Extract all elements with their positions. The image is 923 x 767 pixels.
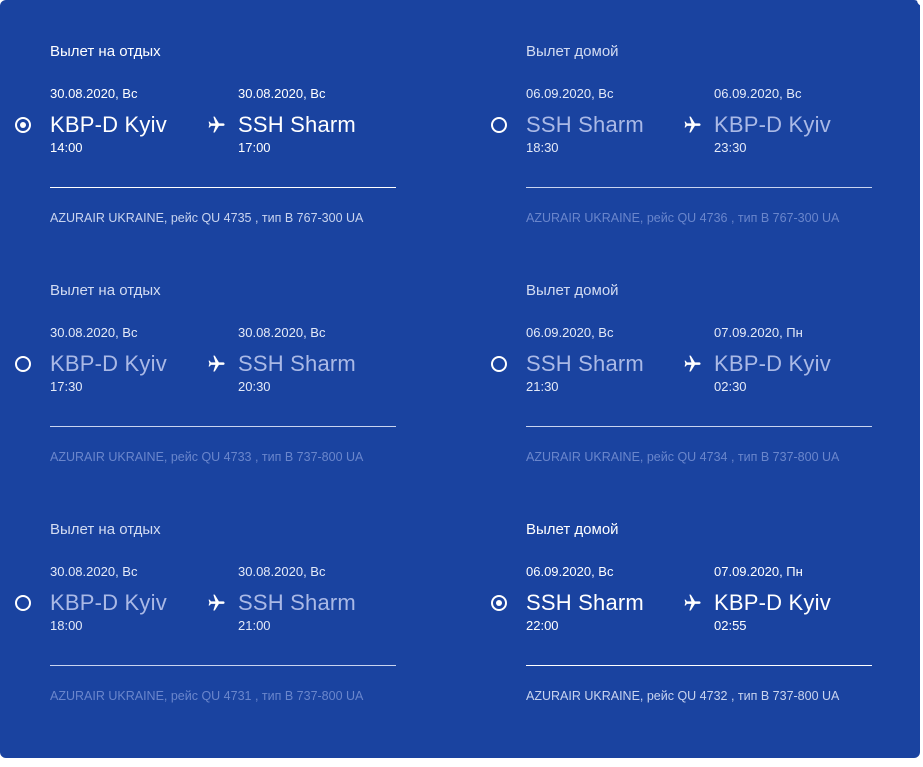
airplane-icon <box>208 594 225 611</box>
departure-time: 22:00 <box>526 618 559 633</box>
arrival-time: 21:00 <box>238 618 271 633</box>
departure-date: 30.08.2020, Вс <box>50 325 138 340</box>
airplane-icon <box>684 594 701 611</box>
outbound-flight-option[interactable]: Вылет на отдых 30.08.2020, Вс 30.08.2020… <box>0 9 396 225</box>
departure-date: 06.09.2020, Вс <box>526 325 614 340</box>
departure-date: 30.08.2020, Вс <box>50 564 138 579</box>
outbound-flight-option[interactable]: Вылет на отдых 30.08.2020, Вс 30.08.2020… <box>0 248 396 464</box>
departure-airport: SSH Sharm <box>526 112 644 137</box>
airline-info: AZURAIR UKRAINE, рейс QU 4736 , тип B 76… <box>526 211 840 225</box>
arrival-airport: SSH Sharm <box>238 590 356 615</box>
arrival-airport: SSH Sharm <box>238 112 356 137</box>
arrival-time: 02:55 <box>714 618 747 633</box>
arrival-date: 30.08.2020, Вс <box>238 86 326 101</box>
divider <box>50 665 396 666</box>
departure-time: 18:30 <box>526 140 559 155</box>
direction-label: Вылет на отдых <box>50 521 161 538</box>
airplane-icon <box>208 116 225 133</box>
arrival-date: 30.08.2020, Вс <box>238 564 326 579</box>
divider <box>50 426 396 427</box>
airplane-icon <box>684 116 701 133</box>
airline-info: AZURAIR UKRAINE, рейс QU 4733 , тип B 73… <box>50 450 364 464</box>
arrival-time: 17:00 <box>238 140 271 155</box>
direction-label: Вылет домой <box>526 282 619 299</box>
outbound-flight-option[interactable]: Вылет на отдых 30.08.2020, Вс 30.08.2020… <box>0 487 396 703</box>
airline-info: AZURAIR UKRAINE, рейс QU 4731 , тип B 73… <box>50 689 364 703</box>
arrival-time: 20:30 <box>238 379 271 394</box>
flight-radio-button[interactable] <box>491 117 507 133</box>
departure-airport: SSH Sharm <box>526 351 644 376</box>
departure-airport: KBP-D Kyiv <box>50 351 167 376</box>
airplane-icon <box>684 355 701 372</box>
arrival-airport: KBP-D Kyiv <box>714 351 831 376</box>
departure-airport: KBP-D Kyiv <box>50 112 167 137</box>
return-flight-option[interactable]: Вылет домой 06.09.2020, Вс 07.09.2020, П… <box>476 487 872 703</box>
ticket-notch-bottom <box>917 755 923 767</box>
divider <box>526 426 872 427</box>
arrival-time: 02:30 <box>714 379 747 394</box>
arrival-date: 30.08.2020, Вс <box>238 325 326 340</box>
arrival-airport: KBP-D Kyiv <box>714 590 831 615</box>
departure-airport: SSH Sharm <box>526 590 644 615</box>
direction-label: Вылет на отдых <box>50 282 161 299</box>
direction-label: Вылет на отдых <box>50 43 161 60</box>
return-flight-option[interactable]: Вылет домой 06.09.2020, Вс 06.09.2020, В… <box>476 9 872 225</box>
airline-info: AZURAIR UKRAINE, рейс QU 4735 , тип B 76… <box>50 211 364 225</box>
arrival-date: 07.09.2020, Пн <box>714 325 803 340</box>
flight-radio-button[interactable] <box>15 595 31 611</box>
direction-label: Вылет домой <box>526 43 619 60</box>
departure-date: 06.09.2020, Вс <box>526 564 614 579</box>
divider <box>50 187 396 188</box>
airline-info: AZURAIR UKRAINE, рейс QU 4732 , тип B 73… <box>526 689 840 703</box>
arrival-airport: KBP-D Kyiv <box>714 112 831 137</box>
divider <box>526 187 872 188</box>
departure-date: 06.09.2020, Вс <box>526 86 614 101</box>
departure-time: 14:00 <box>50 140 83 155</box>
flight-radio-button[interactable] <box>491 356 507 372</box>
divider <box>526 665 872 666</box>
arrival-date: 06.09.2020, Вс <box>714 86 802 101</box>
radio-selected-dot <box>496 600 502 606</box>
arrival-time: 23:30 <box>714 140 747 155</box>
arrival-date: 07.09.2020, Пн <box>714 564 803 579</box>
arrival-airport: SSH Sharm <box>238 351 356 376</box>
flight-radio-button[interactable] <box>15 117 31 133</box>
airline-info: AZURAIR UKRAINE, рейс QU 4734 , тип B 73… <box>526 450 840 464</box>
flight-radio-button[interactable] <box>15 356 31 372</box>
return-flight-option[interactable]: Вылет домой 06.09.2020, Вс 07.09.2020, П… <box>476 248 872 464</box>
departure-date: 30.08.2020, Вс <box>50 86 138 101</box>
departure-airport: KBP-D Kyiv <box>50 590 167 615</box>
flight-radio-button[interactable] <box>491 595 507 611</box>
direction-label: Вылет домой <box>526 521 619 538</box>
departure-time: 21:30 <box>526 379 559 394</box>
airplane-icon <box>208 355 225 372</box>
radio-selected-dot <box>20 122 26 128</box>
departure-time: 18:00 <box>50 618 83 633</box>
departure-time: 17:30 <box>50 379 83 394</box>
flight-selection-panel: Вылет на отдых 30.08.2020, Вс 30.08.2020… <box>0 0 920 758</box>
